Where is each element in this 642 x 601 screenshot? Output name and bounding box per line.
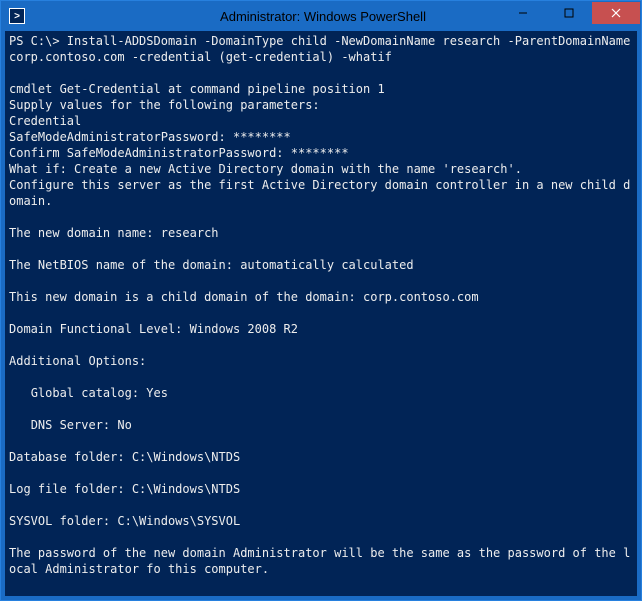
output-line: Global catalog: Yes: [9, 386, 168, 400]
maximize-icon: [564, 8, 574, 18]
output-line: cmdlet Get-Credential at command pipelin…: [9, 82, 385, 96]
output-line: Log file folder: C:\Windows\NTDS: [9, 482, 240, 496]
maximize-button[interactable]: [546, 2, 592, 24]
command-text: Install-ADDSDomain -DomainType child -Ne…: [9, 34, 637, 64]
output-line: Domain Functional Level: Windows 2008 R2: [9, 322, 298, 336]
output-line: The new domain name: research: [9, 226, 219, 240]
output-line: What if: Create a new Active Directory d…: [9, 162, 522, 176]
powershell-window: Administrator: Windows PowerShell PS C:\…: [0, 0, 642, 601]
close-button[interactable]: [592, 2, 640, 24]
prompt-text: PS C:\>: [9, 594, 60, 596]
output-line: SafeModeAdministratorPassword: ********: [9, 130, 291, 144]
minimize-icon: [518, 8, 528, 18]
output-line: Supply values for the following paramete…: [9, 98, 320, 112]
output-line: Confirm SafeModeAdministratorPassword: *…: [9, 146, 349, 160]
titlebar[interactable]: Administrator: Windows PowerShell: [1, 1, 641, 31]
terminal-area[interactable]: PS C:\> Install-ADDSDomain -DomainType c…: [5, 31, 637, 596]
output-line: The password of the new domain Administr…: [9, 546, 630, 576]
output-line: Configure this server as the first Activ…: [9, 178, 630, 208]
close-icon: [611, 8, 621, 18]
minimize-button[interactable]: [500, 2, 546, 24]
output-line: DNS Server: No: [9, 418, 132, 432]
output-line: SYSVOL folder: C:\Windows\SYSVOL: [9, 514, 240, 528]
window-controls: [500, 2, 640, 24]
output-line: This new domain is a child domain of the…: [9, 290, 479, 304]
output-line: Credential: [9, 114, 81, 128]
output-line: Database folder: C:\Windows\NTDS: [9, 450, 240, 464]
output-line: The NetBIOS name of the domain: automati…: [9, 258, 414, 272]
prompt-text: PS C:\>: [9, 34, 67, 48]
output-line: Additional Options:: [9, 354, 146, 368]
powershell-icon: [9, 8, 25, 24]
